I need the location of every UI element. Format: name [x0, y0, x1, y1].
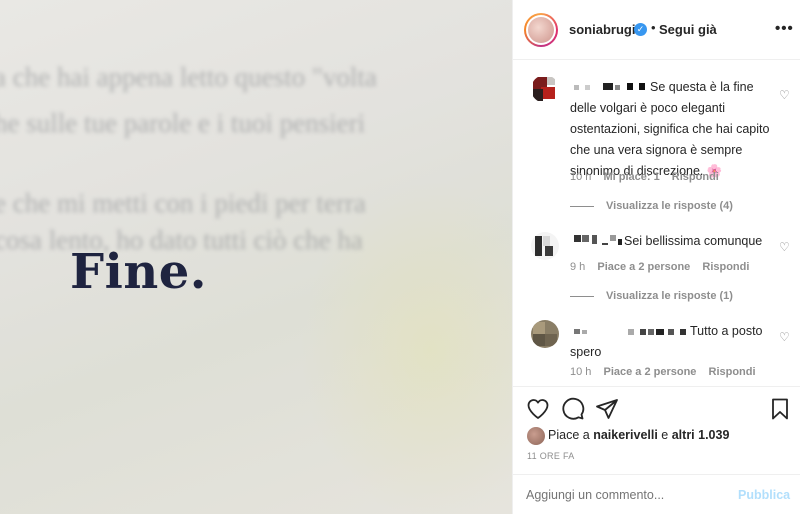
bookmark-icon[interactable] — [768, 397, 792, 421]
comment-meta: 10 h Piace a 2 persone Rispondi — [570, 366, 765, 378]
comment-text: Sei bellissima comunque — [570, 231, 780, 252]
comment-body: Sei bellissima comunque — [624, 234, 763, 248]
comment-time[interactable]: 10 h — [570, 366, 591, 378]
comments-list[interactable]: Se questa è la fine delle volgari è poco… — [513, 60, 800, 386]
commenter-avatar[interactable] — [531, 232, 559, 260]
verified-icon: ✓ — [634, 23, 647, 36]
comment-likes[interactable]: Piace a 2 persone — [597, 261, 690, 273]
comment-likes[interactable]: Mi piace: 1 — [603, 171, 659, 183]
commenter-avatar[interactable] — [531, 320, 559, 348]
likes-others[interactable]: altri 1.039 — [672, 428, 730, 442]
reply-button[interactable]: Rispondi — [709, 366, 756, 378]
likes-and: e — [661, 428, 669, 442]
publish-button[interactable]: Pubblica — [738, 488, 790, 502]
comment-likes[interactable]: Piace a 2 persone — [603, 366, 696, 378]
post-timestamp[interactable]: 11 ORE FA — [527, 451, 575, 461]
pixelated-avatar-image — [531, 320, 559, 348]
pixelated-avatar-image — [531, 75, 559, 103]
photo-fine-text: Fine. — [70, 244, 207, 300]
replies-divider — [570, 205, 594, 207]
comment-composer: Pubblica — [513, 474, 800, 514]
view-replies-label: Visualizza le risposte (4) — [606, 200, 733, 212]
comment-time[interactable]: 9 h — [570, 261, 585, 273]
comment-meta: 9 h Piace a 2 persone Rispondi — [570, 261, 758, 273]
comment-body: Se questa è la fine delle volgari è poco… — [570, 80, 770, 178]
comment-input[interactable] — [526, 488, 726, 502]
reply-button[interactable]: Rispondi — [672, 171, 719, 183]
reply-button[interactable]: Rispondi — [702, 261, 749, 273]
photo-blurred-text-line: e che mi metti con i piedi per terra — [0, 188, 366, 218]
view-replies-button[interactable]: Visualizza le risposte (4) — [570, 200, 733, 212]
view-replies-label: Visualizza le risposte (1) — [606, 290, 733, 302]
liker-username[interactable]: naikerivelli — [593, 428, 658, 442]
comment-meta: 10 h Mi piace: 1 Rispondi — [570, 171, 728, 183]
photo-blurred-text-line: a che hai appena letto questo "volta — [0, 62, 377, 92]
comment-heart-icon[interactable]: ♡ — [779, 241, 791, 253]
likes-prefix: Piace a — [548, 428, 590, 442]
redacted-username — [574, 328, 686, 335]
liker-avatar — [527, 427, 545, 445]
comment-icon[interactable] — [561, 397, 585, 421]
author-avatar-image — [528, 17, 554, 43]
post-photo[interactable]: a che hai appena letto questo "volta he … — [0, 0, 512, 514]
view-replies-button[interactable]: Visualizza le risposte (1) — [570, 290, 733, 302]
author-avatar[interactable] — [524, 13, 558, 47]
comment-text: Tutto a posto spero — [570, 321, 780, 363]
photo-blurred-text-line: he sulle tue parole e i tuoi pensieri — [0, 108, 366, 138]
redacted-username — [574, 82, 645, 90]
comment-text: Se questa è la fine delle volgari è poco… — [570, 77, 780, 182]
pixelated-avatar-image — [531, 232, 559, 260]
header-separator: • — [651, 20, 656, 35]
comment-time[interactable]: 10 h — [570, 171, 591, 183]
heart-icon[interactable] — [526, 397, 550, 421]
comment-heart-icon[interactable]: ♡ — [779, 331, 791, 343]
more-icon[interactable]: ••• — [775, 20, 794, 37]
following-button[interactable]: Segui già — [659, 22, 717, 37]
author-avatar-frame — [526, 15, 556, 45]
replies-divider — [570, 295, 594, 297]
author-username[interactable]: soniabrugi — [569, 22, 635, 37]
post-header: soniabrugi ✓ • Segui già ••• — [513, 0, 800, 60]
comment-heart-icon[interactable]: ♡ — [779, 89, 791, 101]
share-icon[interactable] — [595, 397, 619, 421]
post-side-panel: soniabrugi ✓ • Segui già ••• Se questa è… — [512, 0, 800, 514]
commenter-avatar[interactable] — [531, 75, 559, 103]
likes-text: Piace a naikerivelli e altri 1.039 — [548, 428, 729, 442]
redacted-username — [574, 234, 622, 245]
